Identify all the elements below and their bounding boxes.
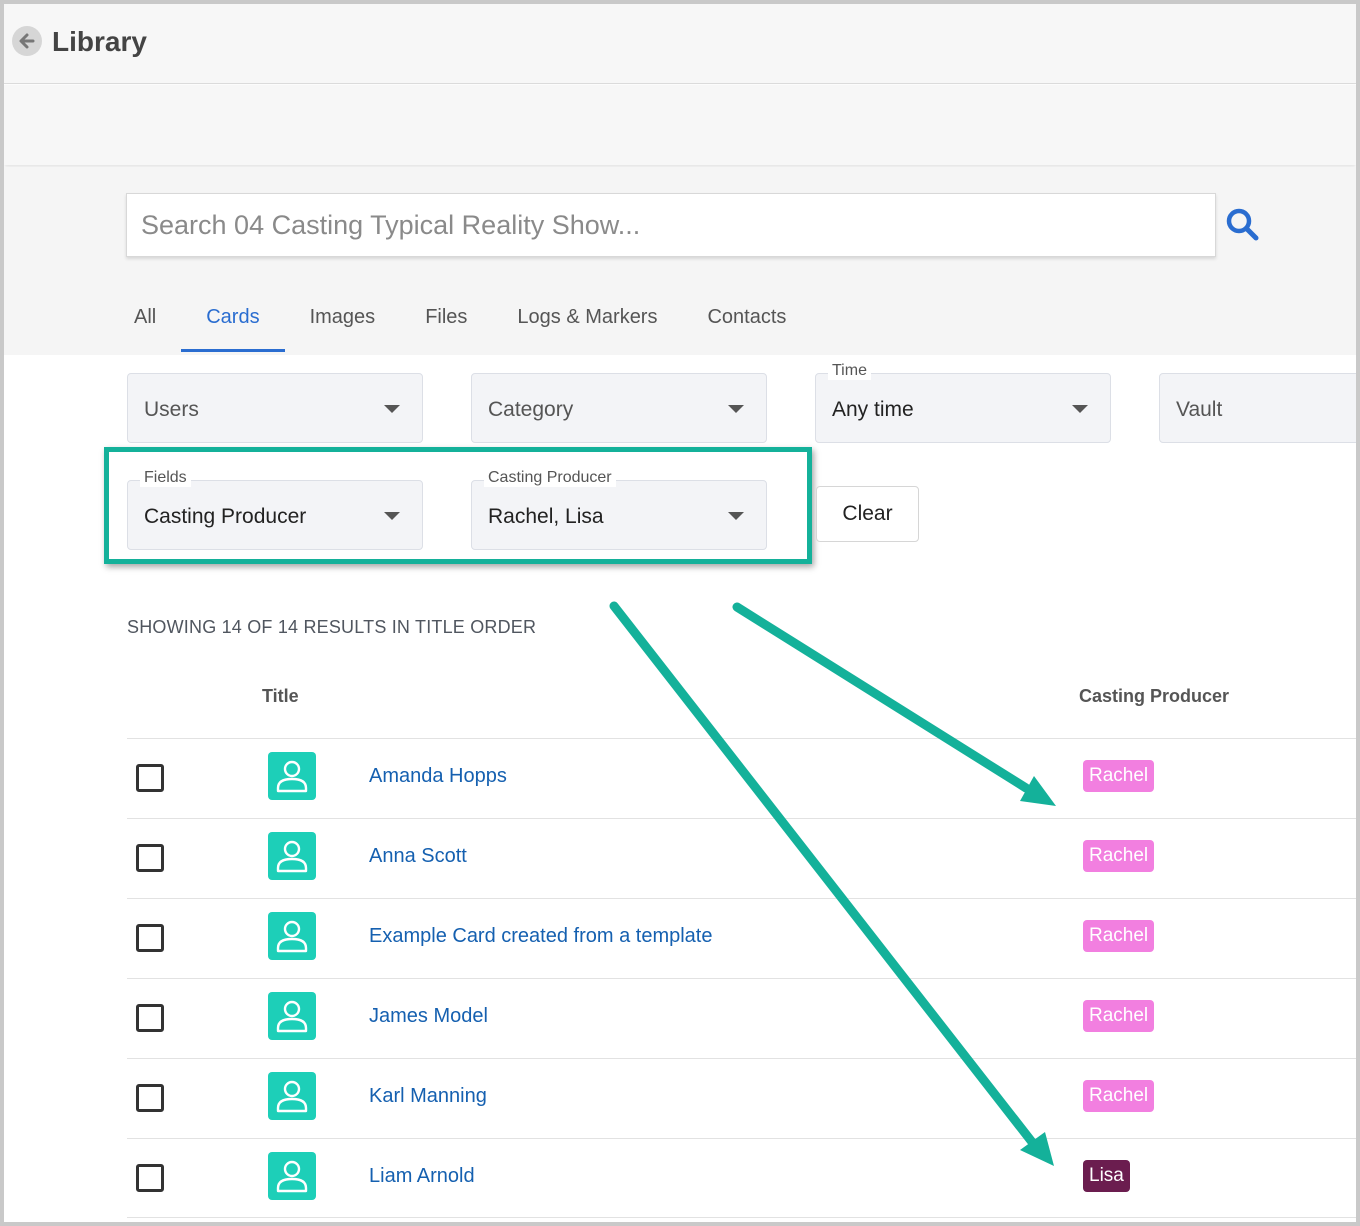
column-header-casting-producer[interactable]: Casting Producer — [1079, 686, 1229, 707]
producer-tag: Lisa — [1083, 1160, 1130, 1192]
contact-card-icon — [268, 992, 316, 1040]
chevron-down-icon — [384, 405, 400, 413]
users-select-value: Users — [144, 398, 199, 421]
row-checkbox[interactable] — [136, 844, 164, 872]
users-select[interactable]: Users — [127, 373, 423, 443]
vault-select[interactable]: Vault — [1159, 373, 1356, 443]
table-row[interactable]: Example Card created from a template Rac… — [127, 898, 1356, 978]
table-row[interactable]: Liam Arnold Lisa — [127, 1138, 1356, 1218]
contact-card-icon — [268, 1072, 316, 1120]
top-bar: Library — [4, 4, 1356, 84]
producer-tag: Rachel — [1083, 1000, 1155, 1032]
back-button[interactable] — [12, 26, 42, 56]
vault-select-value: Vault — [1176, 398, 1223, 421]
page-title: Library — [52, 26, 147, 57]
contact-card-icon — [268, 832, 316, 880]
time-select[interactable]: Time Any time — [815, 362, 1111, 443]
time-select-value: Any time — [832, 398, 914, 421]
table-row[interactable]: Amanda Hopps Rachel — [127, 738, 1356, 818]
chevron-down-icon — [1072, 405, 1088, 413]
tab-logs-markers[interactable]: Logs & Markers — [517, 294, 657, 352]
search-input[interactable] — [126, 193, 1216, 257]
arrow-left-icon — [19, 33, 35, 49]
table-row[interactable]: Karl Manning Rachel — [127, 1058, 1356, 1138]
time-select-label: Time — [828, 362, 871, 380]
row-checkbox[interactable] — [136, 764, 164, 792]
search-icon[interactable] — [1224, 206, 1260, 242]
tab-all[interactable]: All — [134, 294, 156, 352]
producer-tag: Rachel — [1083, 920, 1155, 952]
category-select[interactable]: Category — [471, 373, 767, 443]
table-row[interactable]: Anna Scott Rachel — [127, 818, 1356, 898]
category-select-value: Category — [488, 398, 574, 421]
column-header-title[interactable]: Title — [262, 686, 299, 707]
row-checkbox[interactable] — [136, 1084, 164, 1112]
table-row[interactable]: James Model Rachel — [127, 978, 1356, 1058]
tab-images[interactable]: Images — [310, 294, 376, 352]
row-checkbox[interactable] — [136, 924, 164, 952]
card-title-link[interactable]: Liam Arnold — [369, 1165, 475, 1188]
card-title-link[interactable]: James Model — [369, 1005, 488, 1028]
tab-bar: All Cards Images Files Logs & Markers Co… — [134, 294, 786, 354]
card-title-link[interactable]: Karl Manning — [369, 1085, 487, 1108]
tab-files[interactable]: Files — [425, 294, 467, 352]
row-checkbox[interactable] — [136, 1164, 164, 1192]
card-title-link[interactable]: Anna Scott — [369, 845, 467, 868]
row-checkbox[interactable] — [136, 1004, 164, 1032]
card-title-link[interactable]: Example Card created from a template — [369, 925, 713, 948]
clear-button[interactable]: Clear — [816, 486, 919, 542]
producer-tag: Rachel — [1083, 760, 1155, 792]
chevron-down-icon — [728, 405, 744, 413]
contact-card-icon — [268, 1152, 316, 1200]
tab-cards[interactable]: Cards — [181, 294, 286, 352]
app-frame: Library All Cards Images Files Logs & Ma… — [0, 0, 1360, 1226]
producer-tag: Rachel — [1083, 840, 1155, 872]
contact-card-icon — [268, 752, 316, 800]
results-summary: SHOWING 14 OF 14 RESULTS IN TITLE ORDER — [127, 617, 537, 637]
annotation-highlight-box — [104, 447, 812, 564]
contact-card-icon — [268, 912, 316, 960]
card-title-link[interactable]: Amanda Hopps — [369, 765, 507, 788]
toolbar-band — [4, 85, 1356, 165]
tab-contacts[interactable]: Contacts — [707, 294, 786, 352]
producer-tag: Rachel — [1083, 1080, 1155, 1112]
